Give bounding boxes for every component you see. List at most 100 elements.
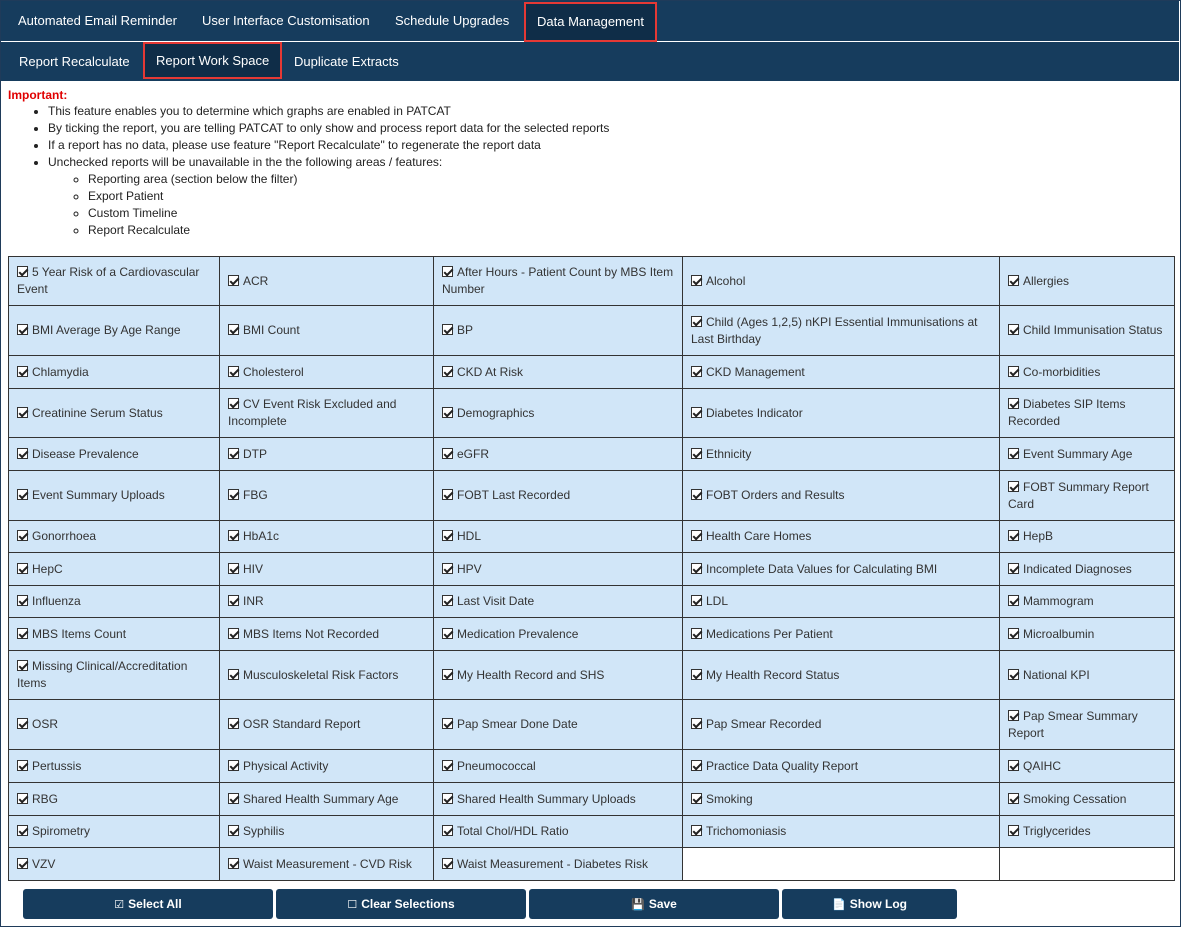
report-checkbox[interactable] [228, 324, 239, 335]
report-checkbox[interactable] [228, 825, 239, 836]
report-checkbox[interactable] [17, 595, 28, 606]
report-checkbox[interactable] [228, 792, 239, 804]
report-checkbox[interactable] [17, 324, 28, 335]
report-checkbox[interactable] [691, 825, 702, 836]
report-checkbox[interactable] [17, 825, 28, 836]
report-checkbox[interactable] [17, 660, 28, 671]
report-checkbox[interactable] [691, 792, 702, 804]
report-checkbox[interactable] [691, 562, 702, 574]
report-checkbox[interactable] [442, 668, 453, 680]
report-checkbox[interactable] [228, 365, 239, 377]
report-row: Missing Clinical/Accreditation Items Musc… [8, 650, 1175, 700]
report-checkbox[interactable] [1008, 324, 1019, 335]
tab-duplicate-extracts[interactable]: Duplicate Extracts [294, 55, 399, 69]
report-checkbox[interactable] [1008, 825, 1019, 836]
report-checkbox[interactable] [691, 365, 702, 377]
report-checkbox[interactable] [1008, 668, 1019, 680]
report-row: Gonorrhoea HbA1c HDL Health Care Homes HepB [8, 520, 1175, 553]
report-checkbox[interactable] [228, 595, 239, 606]
tab-report-work-space[interactable]: Report Work Space [143, 42, 283, 79]
save-button[interactable]: 💾 Save [529, 889, 779, 919]
report-checkbox[interactable] [691, 447, 702, 459]
report-checkbox[interactable] [17, 627, 28, 639]
tab-report-recalculate[interactable]: Report Recalculate [19, 55, 130, 69]
report-checkbox[interactable] [442, 266, 453, 277]
report-checkbox[interactable] [228, 718, 239, 729]
report-checkbox[interactable] [1008, 562, 1019, 574]
report-checkbox[interactable] [691, 274, 702, 286]
report-checkbox[interactable] [17, 792, 28, 804]
report-checkbox[interactable] [691, 406, 702, 418]
report-checkbox[interactable] [17, 759, 28, 771]
report-checkbox[interactable] [691, 489, 702, 500]
report-checkbox[interactable] [1008, 447, 1019, 459]
report-checkbox[interactable] [228, 627, 239, 639]
report-cell: Pneumococcal [433, 749, 683, 783]
report-checkbox[interactable] [1008, 709, 1019, 721]
report-checkbox[interactable] [1008, 274, 1019, 286]
report-checkbox[interactable] [17, 489, 28, 500]
report-checkbox[interactable] [442, 718, 453, 729]
tab-data-management[interactable]: Data Management [524, 2, 657, 42]
report-checkbox[interactable] [17, 266, 28, 277]
report-checkbox[interactable] [228, 398, 239, 409]
report-label: Smoking Cessation [1023, 791, 1127, 806]
report-checkbox[interactable] [228, 447, 239, 459]
report-checkbox[interactable] [1008, 530, 1019, 541]
report-checkbox[interactable] [1008, 627, 1019, 639]
report-checkbox[interactable] [442, 759, 453, 771]
report-checkbox[interactable] [228, 668, 239, 680]
report-checkbox[interactable] [442, 562, 453, 574]
show-log-button[interactable]: 📄 Show Log [782, 889, 957, 919]
tab-user-interface-customisation[interactable]: User Interface Customisation [202, 14, 370, 28]
report-checkbox[interactable] [442, 857, 453, 869]
report-checkbox[interactable] [442, 406, 453, 418]
report-checkbox[interactable] [17, 718, 28, 729]
report-checkbox[interactable] [17, 365, 28, 377]
report-cell: Health Care Homes [682, 520, 1000, 553]
report-checkbox[interactable] [228, 562, 239, 574]
report-checkbox[interactable] [691, 718, 702, 729]
report-label: Pertussis [32, 758, 82, 773]
report-checkbox[interactable] [17, 447, 28, 459]
report-checkbox[interactable] [442, 489, 453, 500]
report-checkbox[interactable] [1008, 792, 1019, 804]
report-checkbox[interactable] [1008, 365, 1019, 377]
report-checkbox[interactable] [17, 857, 28, 869]
report-checkbox[interactable] [228, 489, 239, 500]
tab-automated-email-reminder[interactable]: Automated Email Reminder [18, 14, 177, 28]
report-checkbox[interactable] [17, 562, 28, 574]
report-checkbox[interactable] [442, 530, 453, 541]
report-checkbox[interactable] [691, 595, 702, 606]
report-checkbox[interactable] [691, 627, 702, 639]
tab-schedule-upgrades[interactable]: Schedule Upgrades [395, 14, 509, 28]
report-checkbox[interactable] [442, 825, 453, 836]
report-checkbox[interactable] [228, 759, 239, 771]
report-label: Chlamydia [32, 364, 89, 379]
report-checkbox[interactable] [442, 595, 453, 606]
report-checkbox[interactable] [442, 365, 453, 377]
report-checkbox[interactable] [691, 530, 702, 541]
report-checkbox[interactable] [691, 668, 702, 680]
report-checkbox[interactable] [442, 447, 453, 459]
report-checkbox[interactable] [228, 530, 239, 541]
report-checkbox[interactable] [442, 792, 453, 804]
select-all-button[interactable]: ☑ Select All [23, 889, 273, 919]
report-label: Health Care Homes [706, 529, 812, 543]
report-checkbox[interactable] [691, 315, 702, 327]
report-label: Last Visit Date [457, 594, 535, 608]
report-checkbox[interactable] [1008, 595, 1019, 606]
clear-selections-button[interactable]: ☐ Clear Selections [276, 889, 526, 919]
report-cell: INR [219, 585, 434, 618]
report-checkbox[interactable] [1008, 398, 1019, 409]
report-checkbox[interactable] [228, 857, 239, 869]
report-checkbox[interactable] [691, 759, 702, 771]
report-checkbox[interactable] [1008, 759, 1019, 771]
report-checkbox[interactable] [442, 324, 453, 335]
report-checkbox[interactable] [17, 530, 28, 541]
report-checkbox[interactable] [228, 274, 239, 286]
report-checkbox[interactable] [17, 406, 28, 418]
report-checkbox[interactable] [442, 627, 453, 639]
report-checkbox[interactable] [1008, 480, 1019, 492]
report-label: CV Event Risk Excluded and Incomplete [228, 397, 397, 428]
